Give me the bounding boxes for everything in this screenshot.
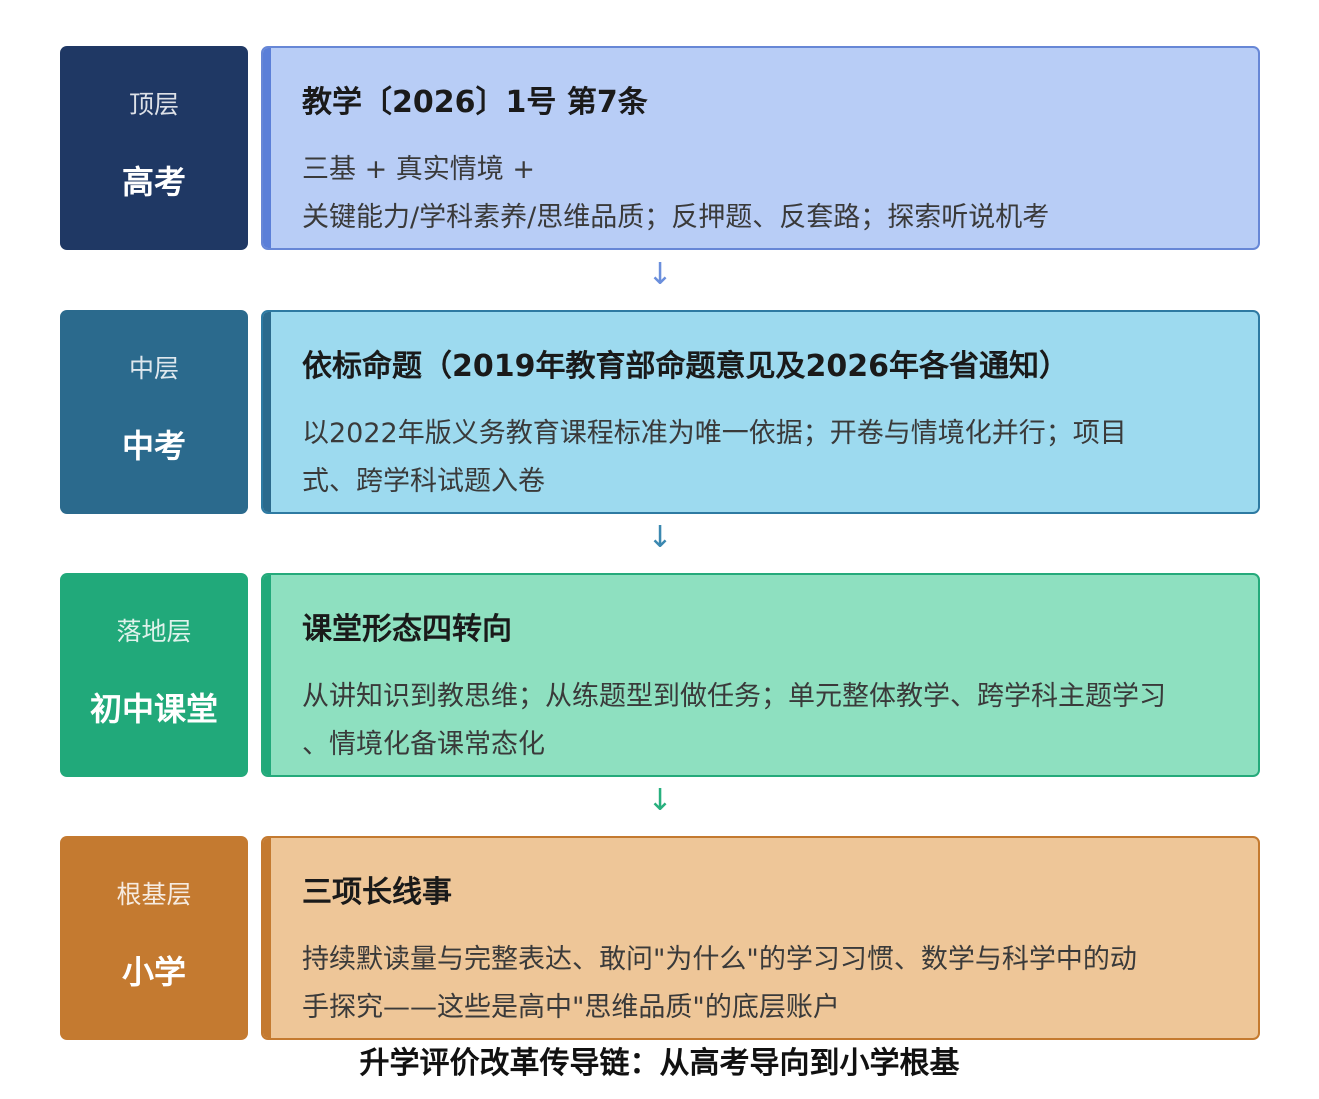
- card-body-line: 持续默读量与完整表达、敢问"为什么"的学习习惯、数学与科学中的动: [302, 944, 1137, 975]
- card-body: 三基 + 真实情境 + 关键能力/学科素养/思维品质；反押题、反套路；探索听说机…: [302, 146, 1238, 242]
- down-arrow-icon: ↓: [647, 783, 673, 818]
- card-accent-bar: [263, 575, 271, 775]
- content-card-primary: 三项长线事 持续默读量与完整表达、敢问"为什么"的学习习惯、数学与科学中的动 手…: [261, 836, 1260, 1040]
- level-block-gaokao: 顶层 高考: [60, 46, 248, 250]
- diagram-caption: 升学评价改革传导链：从高考导向到小学根基: [359, 1046, 960, 1081]
- card-title: 三项长线事: [302, 875, 452, 910]
- down-arrow-icon: ↓: [647, 520, 673, 555]
- card-body-line: 关键能力/学科素养/思维品质；反押题、反套路；探索听说机考: [302, 202, 1050, 233]
- level-name-label: 高考: [121, 163, 186, 201]
- level-name-label: 中考: [121, 427, 186, 465]
- card-title: 教学〔2026〕1号 第7条: [302, 85, 648, 120]
- level-tier-label: 落地层: [116, 617, 192, 646]
- card-body-line: 三基 + 真实情境 +: [302, 154, 535, 185]
- level-tier-label: 中层: [128, 354, 179, 383]
- card-body-line: 以2022年版义务教育课程标准为唯一依据；开卷与情境化并行；项目: [302, 418, 1127, 449]
- level-name-label: 小学: [121, 953, 186, 991]
- card-title: 课堂形态四转向: [302, 612, 512, 647]
- card-body-line: 从讲知识到教思维；从练题型到做任务；单元整体教学、跨学科主题学习: [302, 681, 1166, 712]
- down-arrow-icon: ↓: [647, 257, 673, 292]
- card-body-line: 、情境化备课常态化: [302, 729, 545, 760]
- chain-row-primary: 根基层 小学 三项长线事 持续默读量与完整表达、敢问"为什么"的学习习惯、数学与…: [60, 836, 1260, 1040]
- card-accent-bar: [263, 48, 271, 248]
- level-tier-label: 顶层: [128, 90, 179, 119]
- level-block-zhongkao: 中层 中考: [60, 310, 248, 514]
- level-name-label: 初中课堂: [89, 690, 218, 728]
- card-body: 持续默读量与完整表达、敢问"为什么"的学习习惯、数学与科学中的动 手探究——这些…: [302, 936, 1238, 1032]
- chain-row-zhongkao: 中层 中考 依标命题（2019年教育部命题意见及2026年各省通知） 以2022…: [60, 310, 1260, 514]
- card-body-line: 手探究——这些是高中"思维品质"的底层账户: [302, 992, 840, 1023]
- card-accent-bar: [263, 312, 271, 512]
- content-card-gaokao: 教学〔2026〕1号 第7条 三基 + 真实情境 + 关键能力/学科素养/思维品…: [261, 46, 1260, 250]
- level-block-classroom: 落地层 初中课堂: [60, 573, 248, 777]
- chain-row-classroom: 落地层 初中课堂 课堂形态四转向 从讲知识到教思维；从练题型到做任务；单元整体教…: [60, 573, 1260, 777]
- level-block-primary: 根基层 小学: [60, 836, 248, 1040]
- card-title: 依标命题（2019年教育部命题意见及2026年各省通知）: [302, 349, 1069, 384]
- content-card-zhongkao: 依标命题（2019年教育部命题意见及2026年各省通知） 以2022年版义务教育…: [261, 310, 1260, 514]
- chain-row-gaokao: 顶层 高考 教学〔2026〕1号 第7条 三基 + 真实情境 + 关键能力/学科…: [60, 46, 1260, 250]
- card-body: 以2022年版义务教育课程标准为唯一依据；开卷与情境化并行；项目 式、跨学科试题…: [302, 410, 1238, 506]
- card-body-line: 式、跨学科试题入卷: [302, 466, 545, 497]
- card-accent-bar: [263, 838, 271, 1038]
- level-tier-label: 根基层: [116, 880, 192, 909]
- card-body: 从讲知识到教思维；从练题型到做任务；单元整体教学、跨学科主题学习 、情境化备课常…: [302, 673, 1238, 769]
- content-card-classroom: 课堂形态四转向 从讲知识到教思维；从练题型到做任务；单元整体教学、跨学科主题学习…: [261, 573, 1260, 777]
